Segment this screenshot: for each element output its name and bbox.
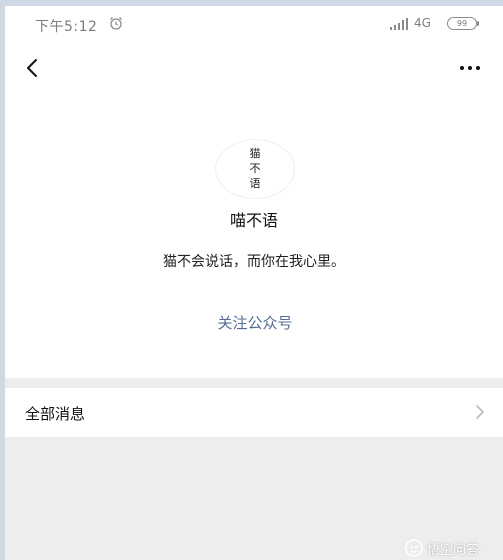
account-description: 猫不会说话，而你在我心里。 bbox=[163, 254, 345, 270]
watermark-text: 悟空问答 bbox=[427, 542, 480, 558]
account-name: 喵不语 bbox=[229, 211, 278, 230]
battery-icon: 99 bbox=[447, 17, 479, 30]
status-time: 下午5:12 bbox=[35, 19, 98, 35]
back-arrow-icon bbox=[27, 59, 37, 77]
avatar-logo-text: 猫 不 语 bbox=[216, 146, 294, 191]
phone-screen: 下午5:12 4G 99 猫 不 语 喵不语 猫不会说话，而你在我心里。 关注公… bbox=[5, 6, 503, 560]
all-messages-row[interactable]: 全部消息 bbox=[5, 388, 503, 437]
more-dots-icon bbox=[460, 66, 480, 70]
follow-account-button[interactable]: 关注公众号 bbox=[195, 311, 315, 335]
all-messages-label: 全部消息 bbox=[25, 405, 86, 423]
account-avatar: 猫 不 语 bbox=[215, 139, 295, 199]
chevron-right-icon bbox=[476, 405, 484, 419]
avatar-char-1: 猫 bbox=[249, 147, 261, 160]
more-button[interactable] bbox=[455, 54, 485, 82]
back-button[interactable] bbox=[19, 54, 47, 82]
alarm-clock-icon bbox=[110, 17, 122, 30]
status-bar: 下午5:12 4G 99 bbox=[5, 6, 503, 42]
account-profile-card: 下午5:12 4G 99 猫 不 语 喵不语 猫不会说话，而你在我心里。 关注公… bbox=[5, 6, 503, 378]
avatar-char-3: 语 bbox=[249, 177, 261, 190]
signal-bars-icon bbox=[390, 18, 408, 30]
avatar-char-2: 不 bbox=[249, 162, 261, 175]
network-type: 4G bbox=[414, 16, 431, 30]
watermark: 悟空问答 bbox=[405, 536, 479, 560]
watermark-logo-icon bbox=[405, 539, 423, 557]
